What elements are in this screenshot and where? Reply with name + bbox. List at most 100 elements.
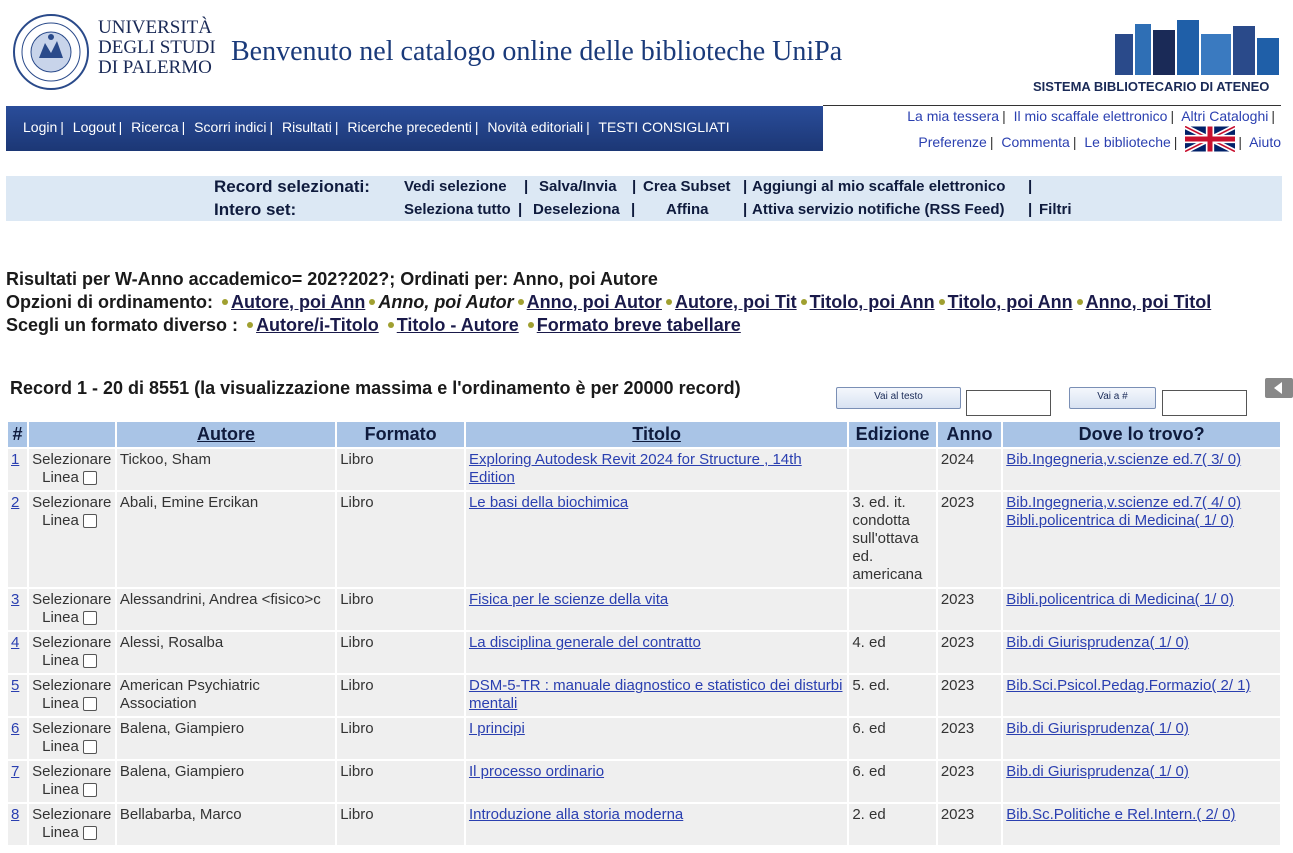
collapse-panel-button[interactable] xyxy=(1265,378,1293,398)
link-mia-tessera[interactable]: La mia tessera xyxy=(907,108,999,124)
col-header-select xyxy=(29,422,115,447)
select-cell: Selezionare Linea xyxy=(29,675,115,716)
title-link[interactable]: DSM-5-TR : manuale diagnostico e statist… xyxy=(469,677,843,712)
row-number-link[interactable]: 1 xyxy=(11,451,19,468)
link-aiuto[interactable]: Aiuto xyxy=(1249,134,1281,150)
edition-cell: 6. ed xyxy=(849,761,936,802)
nav-ricerche-precedenti[interactable]: Ricerche precedenti xyxy=(347,119,472,135)
location-link[interactable]: Bibli.policentrica di Medicina( 1/ 0) xyxy=(1006,512,1277,530)
location-link[interactable]: Bib.di Giurisprudenza( 1/ 0) xyxy=(1006,634,1277,652)
row-number-link[interactable]: 2 xyxy=(11,494,19,511)
page-title: Benvenuto nel catalogo online delle bibl… xyxy=(231,36,843,67)
link-preferenze[interactable]: Preferenze xyxy=(918,134,986,150)
link-altri-cataloghi[interactable]: Altri Cataloghi xyxy=(1181,108,1268,124)
location-link[interactable]: Bib.Ingegneria,v.scienze ed.7( 4/ 0) xyxy=(1006,494,1277,512)
sort-titolo-anno-desc[interactable]: Titolo, poi Ann xyxy=(948,292,1073,312)
title-link[interactable]: I principi xyxy=(469,720,525,737)
action-separator: | xyxy=(518,201,523,218)
location-link[interactable]: Bibli.policentrica di Medicina( 1/ 0) xyxy=(1006,591,1277,609)
select-checkbox[interactable] xyxy=(82,514,97,529)
row-number-link[interactable]: 7 xyxy=(11,763,19,780)
select-checkbox[interactable] xyxy=(82,783,97,798)
nav-testi-consigliati[interactable]: TESTI CONSIGLIATI xyxy=(598,119,729,135)
row-number-link[interactable]: 8 xyxy=(11,806,19,823)
location-link[interactable]: Bib.Ingegneria,v.scienze ed.7( 3/ 0) xyxy=(1006,451,1277,469)
aggiungi-scaffale-link[interactable]: Aggiungi al mio scaffale elettronico xyxy=(752,178,1005,195)
row-number-link[interactable]: 3 xyxy=(11,591,19,608)
title-link[interactable]: Il processo ordinario xyxy=(469,763,604,780)
select-cell: Selezionare Linea xyxy=(29,589,115,630)
row-number-link[interactable]: 5 xyxy=(11,677,19,694)
table-row: 7 Selezionare Linea Balena, Giampiero Libro I… xyxy=(8,761,1280,802)
goto-number-button[interactable]: Vai a # xyxy=(1069,387,1156,409)
vedi-selezione-link[interactable]: Vedi selezione xyxy=(404,178,507,195)
col-header-autore[interactable]: Autore xyxy=(116,422,336,447)
format-autore-titolo[interactable]: Autore/i-Titolo xyxy=(256,315,379,335)
author-cell: Balena, Giampiero xyxy=(116,718,336,759)
row-number-link[interactable]: 4 xyxy=(11,634,19,651)
nav-login[interactable]: Login xyxy=(23,119,57,135)
goto-text-input[interactable] xyxy=(966,390,1051,416)
location-link[interactable]: Bib.Sci.Psicol.Pedag.Formazio( 2/ 1) xyxy=(1006,677,1277,695)
format-titolo-autore[interactable]: Titolo - Autore xyxy=(397,315,519,335)
seleziona-tutto-link[interactable]: Seleziona tutto xyxy=(404,201,511,218)
select-label: Selezionare xyxy=(32,763,112,780)
select-checkbox[interactable] xyxy=(82,826,97,841)
link-scaffale-elettronico[interactable]: Il mio scaffale elettronico xyxy=(1014,108,1168,124)
nav-ricerca[interactable]: Ricerca xyxy=(131,119,178,135)
select-checkbox[interactable] xyxy=(82,611,97,626)
link-separator: | xyxy=(1072,134,1077,150)
location-link[interactable]: Bib.di Giurisprudenza( 1/ 0) xyxy=(1006,720,1277,738)
select-checkbox[interactable] xyxy=(82,740,97,755)
select-checkbox[interactable] xyxy=(82,697,97,712)
deseleziona-link[interactable]: Deseleziona xyxy=(533,201,620,218)
link-commenta[interactable]: Commenta xyxy=(1001,134,1069,150)
rss-notifiche-link[interactable]: Attiva servizio notifiche (RSS Feed) xyxy=(752,201,1005,218)
uk-flag-icon[interactable] xyxy=(1185,126,1236,153)
select-checkbox[interactable] xyxy=(82,654,97,669)
table-row: 4 Selezionare Linea Alessi, Rosalba Libro La … xyxy=(8,632,1280,673)
sort-anno-titolo[interactable]: Anno, poi Titol xyxy=(1086,292,1212,312)
select-checkbox[interactable] xyxy=(82,471,97,486)
nav-logout[interactable]: Logout xyxy=(73,119,116,135)
select-cell: Selezionare Linea xyxy=(29,449,115,490)
bullet-icon xyxy=(938,298,945,305)
arrow-left-icon xyxy=(1274,382,1282,394)
title-link[interactable]: Exploring Autodesk Revit 2024 for Struct… xyxy=(469,451,802,486)
link-le-biblioteche[interactable]: Le biblioteche xyxy=(1084,134,1170,150)
location-link[interactable]: Bib.Sc.Politiche e Rel.Intern.( 2/ 0) xyxy=(1006,806,1277,824)
format-breve-tabellare[interactable]: Formato breve tabellare xyxy=(537,315,741,335)
bullet-icon xyxy=(517,298,524,305)
nav-separator: | xyxy=(269,119,274,135)
nav-separator: | xyxy=(60,119,64,135)
row-number-link[interactable]: 6 xyxy=(11,720,19,737)
title-link[interactable]: Le basi della biochimica xyxy=(469,494,628,511)
table-row: 8 Selezionare Linea Bellabarba, Marco Libro I… xyxy=(8,804,1280,845)
bullet-icon xyxy=(222,298,228,305)
edition-cell: 4. ed xyxy=(849,632,936,673)
nav-novita-editoriali[interactable]: Novità editoriali xyxy=(487,119,583,135)
sort-titolo-anno[interactable]: Titolo, poi Ann xyxy=(810,292,935,312)
title-link[interactable]: Fisica per le scienze della vita xyxy=(469,591,668,608)
filtri-link[interactable]: Filtri xyxy=(1039,201,1072,218)
salva-invia-link[interactable]: Salva/Invia xyxy=(539,178,617,195)
sort-autore-anno[interactable]: Autore, poi Ann xyxy=(231,292,365,312)
goto-text-button[interactable]: Vai al testo xyxy=(836,387,961,409)
sort-anno-autore-desc[interactable]: Anno, poi Autor xyxy=(527,292,662,312)
nav-scorri-indici[interactable]: Scorri indici xyxy=(194,119,266,135)
university-seal-logo xyxy=(13,14,89,90)
select-cell: Selezionare Linea xyxy=(29,632,115,673)
sort-autore-titolo[interactable]: Autore, poi Tit xyxy=(675,292,797,312)
year-cell: 2023 xyxy=(937,492,1002,587)
crea-subset-link[interactable]: Crea Subset xyxy=(643,178,731,195)
nav-risultati[interactable]: Risultati xyxy=(282,119,332,135)
col-header-dove: Dove lo trovo? xyxy=(1003,422,1280,447)
title-link[interactable]: La disciplina generale del contratto xyxy=(469,634,701,651)
location-link[interactable]: Bib.di Giurisprudenza( 1/ 0) xyxy=(1006,763,1277,781)
col-header-titolo[interactable]: Titolo xyxy=(465,422,848,447)
affina-link[interactable]: Affina xyxy=(666,201,709,218)
format-label: Scegli un formato diverso : xyxy=(6,315,239,335)
goto-number-input[interactable] xyxy=(1162,390,1247,416)
year-cell: 2023 xyxy=(937,804,1002,845)
title-link[interactable]: Introduzione alla storia moderna xyxy=(469,806,683,823)
